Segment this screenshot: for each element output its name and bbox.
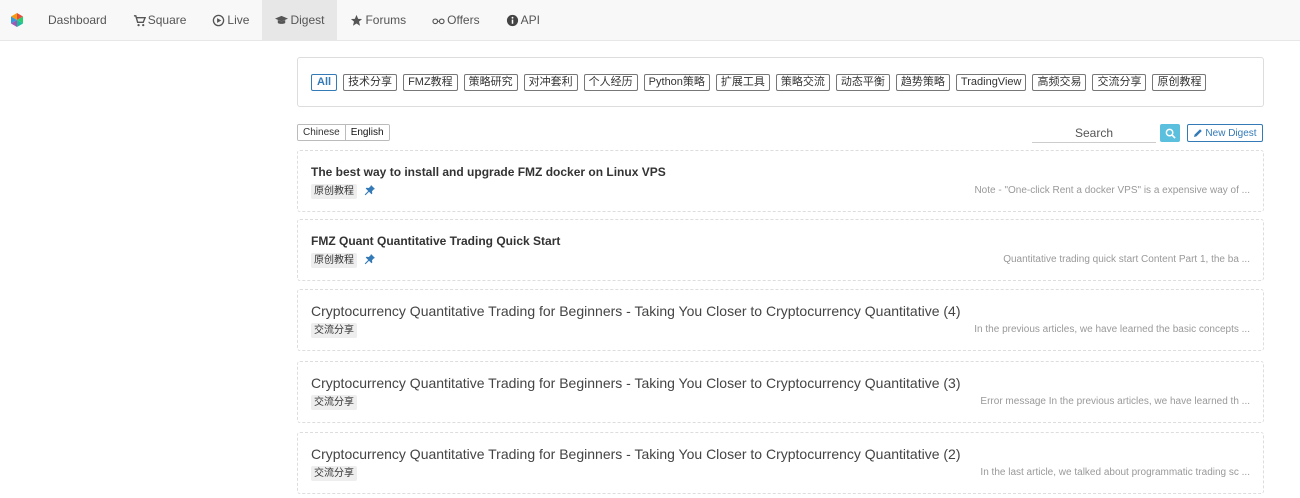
tag-item[interactable]: 扩展工具 — [715, 73, 770, 91]
tag-item[interactable]: Python策略 — [643, 73, 710, 91]
tag-item[interactable]: 高频交易 — [1032, 73, 1087, 91]
tag-filter-panel: All 技术分享 FMZ教程 策略研究 对冲套利 个人经历 Python策略 扩… — [297, 57, 1264, 107]
post-title[interactable]: Cryptocurrency Quantitative Trading for … — [311, 446, 961, 462]
tag-item[interactable]: 策略研究 — [463, 73, 518, 91]
nav-digest-label: Digest — [290, 13, 325, 27]
post-item[interactable]: The best way to install and upgrade FMZ … — [297, 150, 1264, 212]
post-tag[interactable]: 交流分享 — [311, 395, 357, 410]
tag-all[interactable]: All — [311, 73, 338, 91]
lang-chinese-button[interactable]: Chinese — [298, 125, 345, 140]
new-digest-button[interactable]: New Digest — [1187, 124, 1263, 142]
star-icon — [350, 14, 363, 27]
post-tag[interactable]: 原创教程 — [311, 253, 357, 268]
nav-dashboard-label: Dashboard — [48, 13, 107, 27]
language-toggle: Chinese English — [297, 124, 390, 141]
post-excerpt: In the last article, we talked about pro… — [980, 467, 1250, 478]
nav-offers-label: Offers — [447, 13, 480, 27]
nav-square-label: Square — [147, 13, 187, 27]
nav-square[interactable]: Square — [120, 0, 200, 40]
new-digest-label: New Digest — [1205, 127, 1257, 139]
post-excerpt: Quantitative trading quick start Content… — [1003, 254, 1250, 265]
post-item[interactable]: Cryptocurrency Quantitative Trading for … — [297, 289, 1264, 351]
logo-icon[interactable] — [0, 0, 34, 40]
tag-item[interactable]: FMZ教程 — [403, 73, 458, 91]
post-title[interactable]: The best way to install and upgrade FMZ … — [311, 165, 666, 179]
tag-item[interactable]: 个人经历 — [583, 73, 638, 91]
graduation-cap-icon — [275, 14, 289, 27]
lang-english-button[interactable]: English — [344, 125, 389, 140]
tag-item[interactable]: 技术分享 — [343, 73, 398, 91]
post-tag[interactable]: 原创教程 — [311, 184, 357, 199]
post-title[interactable]: Cryptocurrency Quantitative Trading for … — [311, 375, 961, 391]
play-circle-icon — [212, 14, 225, 27]
nav-digest[interactable]: Digest — [262, 0, 338, 40]
post-excerpt: Error message In the previous articles, … — [980, 396, 1250, 407]
info-icon — [506, 14, 519, 27]
nav-live-label: Live — [227, 13, 250, 27]
tag-item[interactable]: 趋势策略 — [895, 73, 950, 91]
post-item[interactable]: Cryptocurrency Quantitative Trading for … — [297, 361, 1264, 423]
tag-item[interactable]: 动态平衡 — [835, 73, 890, 91]
post-title[interactable]: Cryptocurrency Quantitative Trading for … — [311, 303, 961, 319]
pin-icon — [364, 254, 375, 265]
nav-live[interactable]: Live — [199, 0, 262, 40]
nav-forums[interactable]: Forums — [337, 0, 419, 40]
nav-offers[interactable]: Offers — [419, 0, 492, 40]
nav-api-label: API — [520, 13, 540, 27]
post-item[interactable]: FMZ Quant Quantitative Trading Quick Sta… — [297, 219, 1264, 281]
tag-item[interactable]: 策略交流 — [775, 73, 830, 91]
post-title[interactable]: FMZ Quant Quantitative Trading Quick Sta… — [311, 234, 560, 248]
post-tag[interactable]: 交流分享 — [311, 323, 357, 338]
pencil-icon — [1194, 129, 1203, 137]
search-button[interactable] — [1160, 124, 1180, 142]
search-input[interactable] — [1032, 123, 1156, 143]
pin-icon — [364, 185, 375, 196]
nav-dashboard[interactable]: Dashboard — [34, 0, 120, 40]
post-tag[interactable]: 交流分享 — [311, 466, 357, 481]
tag-item[interactable]: 对冲套利 — [523, 73, 578, 91]
tag-item[interactable]: 原创教程 — [1152, 73, 1207, 91]
cart-icon — [133, 14, 146, 27]
nav-api[interactable]: API — [493, 0, 553, 40]
post-excerpt: Note - "One-click Rent a docker VPS" is … — [974, 185, 1250, 196]
post-excerpt: In the previous articles, we have learne… — [974, 324, 1250, 335]
glasses-icon — [432, 14, 445, 27]
top-navbar: Dashboard Square Live Digest Forums Offe… — [0, 0, 1300, 41]
search-icon — [1165, 128, 1176, 139]
post-item[interactable]: Cryptocurrency Quantitative Trading for … — [297, 432, 1264, 494]
tag-item[interactable]: 交流分享 — [1092, 73, 1147, 91]
tag-item[interactable]: TradingView — [955, 73, 1027, 91]
nav-forums-label: Forums — [365, 13, 407, 27]
